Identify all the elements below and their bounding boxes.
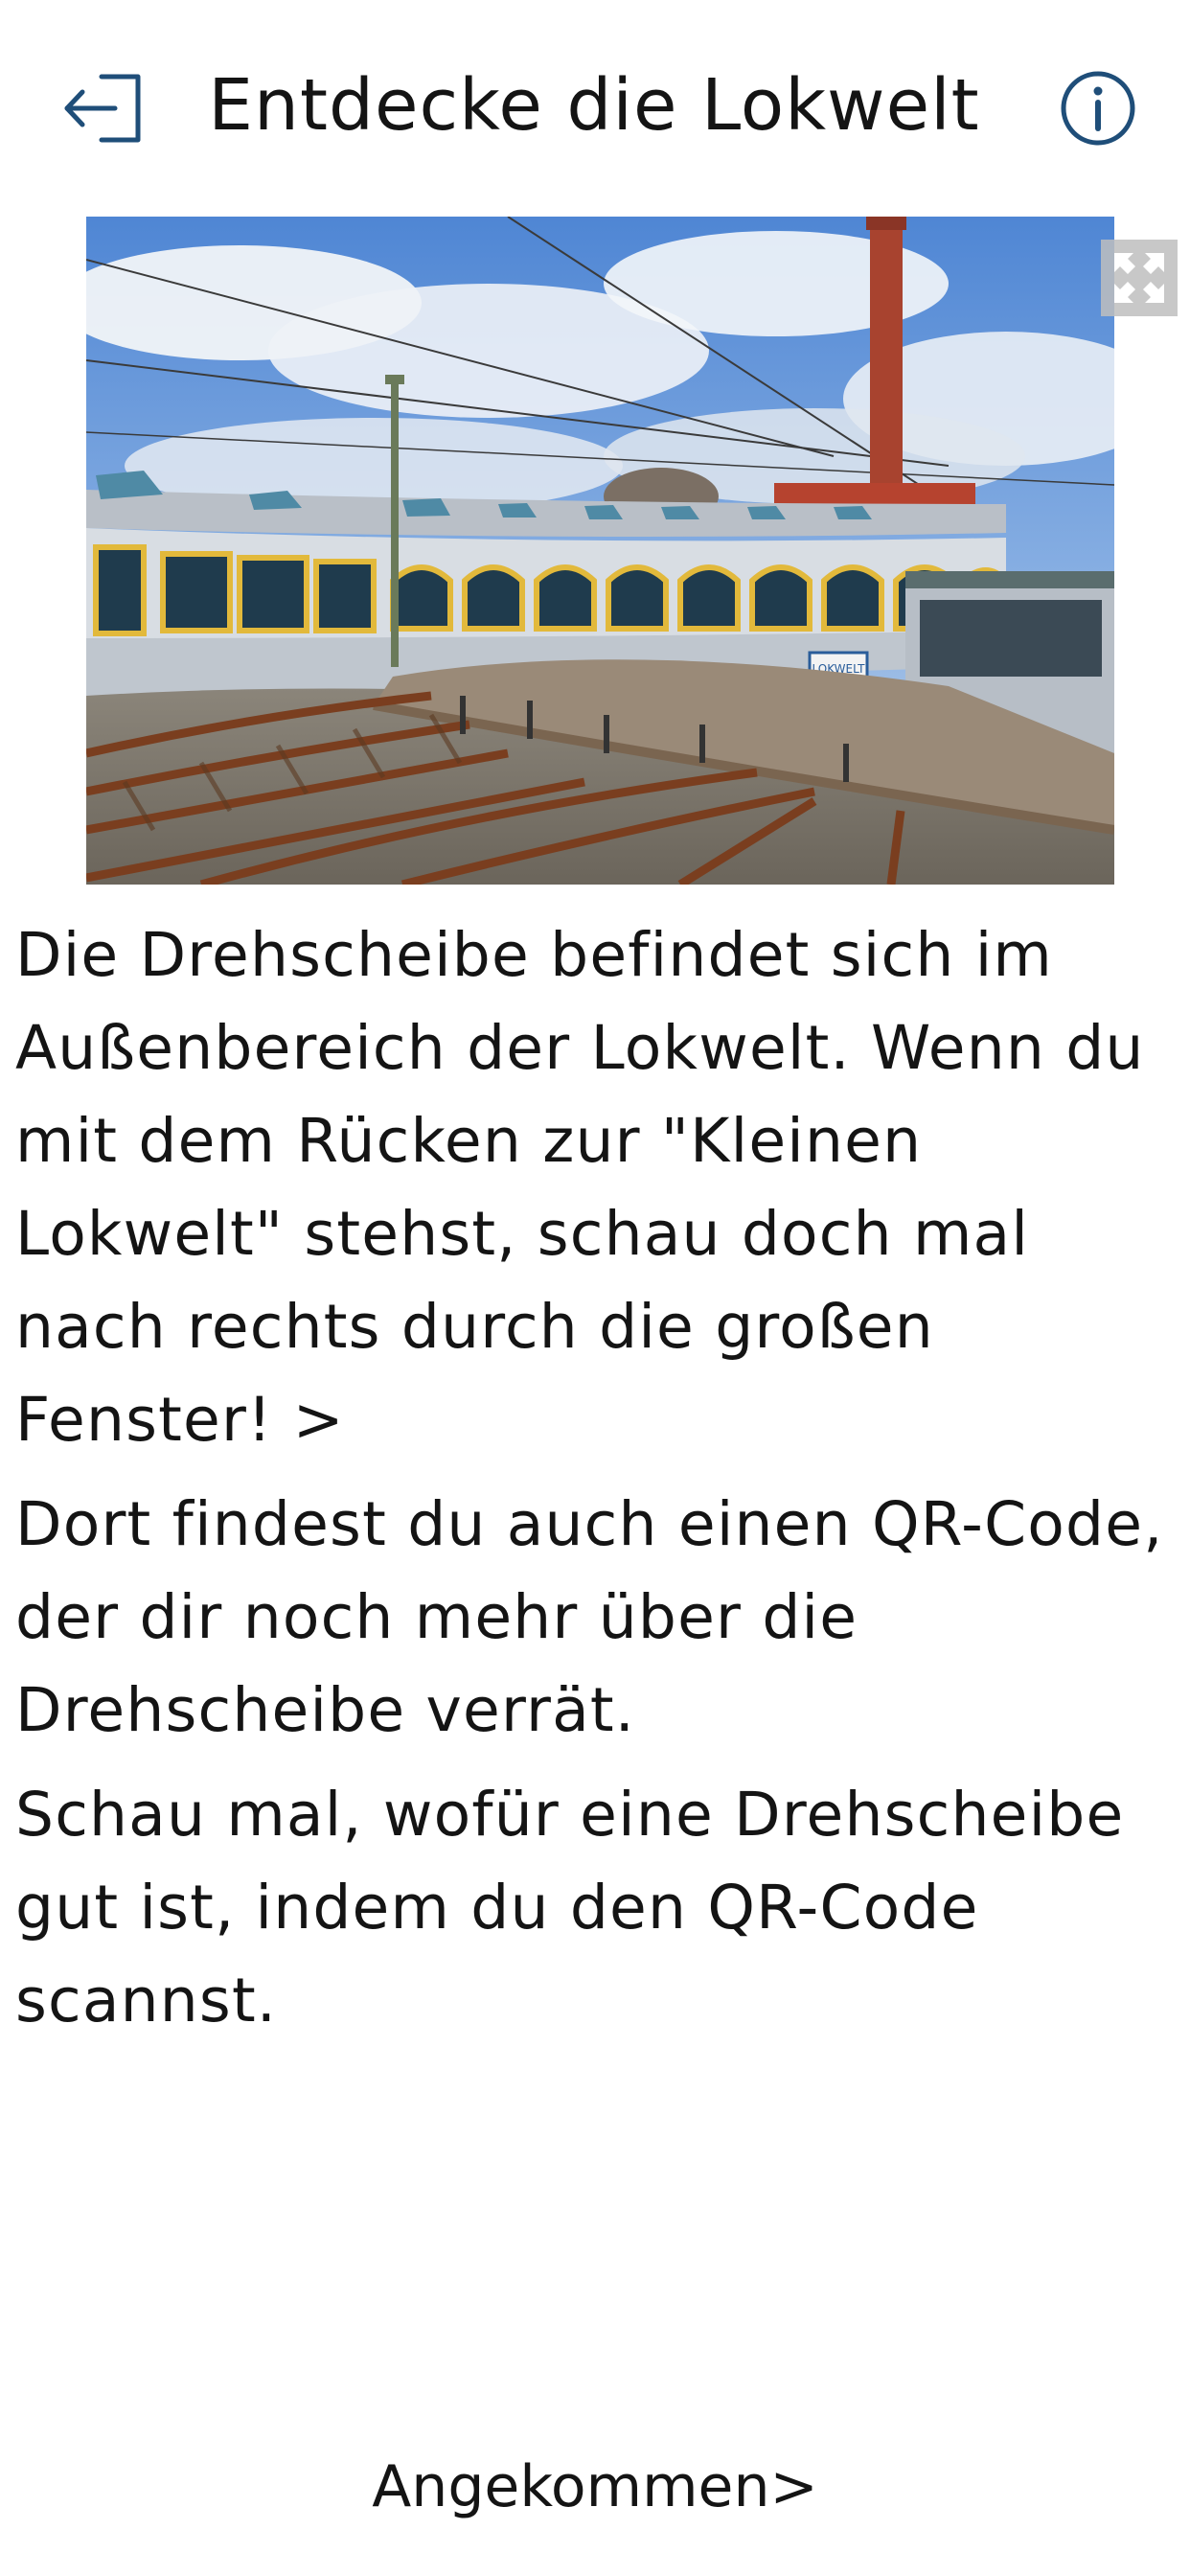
turntable-photo: LOKWELT (86, 217, 1114, 885)
description-text: Die Drehscheibe befindet sich im Außenbe… (15, 908, 1184, 2058)
info-button[interactable] (1055, 65, 1141, 151)
fullscreen-icon (1114, 253, 1164, 303)
paragraph-location: Die Drehscheibe befindet sich im Außenbe… (15, 920, 1145, 1455)
page-title: Entdecke die Lokwelt (208, 64, 980, 147)
arrived-button[interactable]: Angekommen> (287, 2439, 903, 2535)
exit-button[interactable] (59, 65, 153, 151)
turntable-photo-illustration: LOKWELT (86, 217, 1114, 885)
app-header: Entdecke die Lokwelt (0, 0, 1190, 216)
exit-icon (64, 74, 141, 143)
paragraph-qr-code: Dort findest du auch einen QR-Code, der … (15, 1489, 1164, 1745)
fullscreen-button[interactable] (1101, 240, 1178, 316)
info-icon (1061, 71, 1135, 146)
paragraph-scan-hint: Schau mal, wofür eine Drehscheibe gut is… (15, 1780, 1125, 2036)
